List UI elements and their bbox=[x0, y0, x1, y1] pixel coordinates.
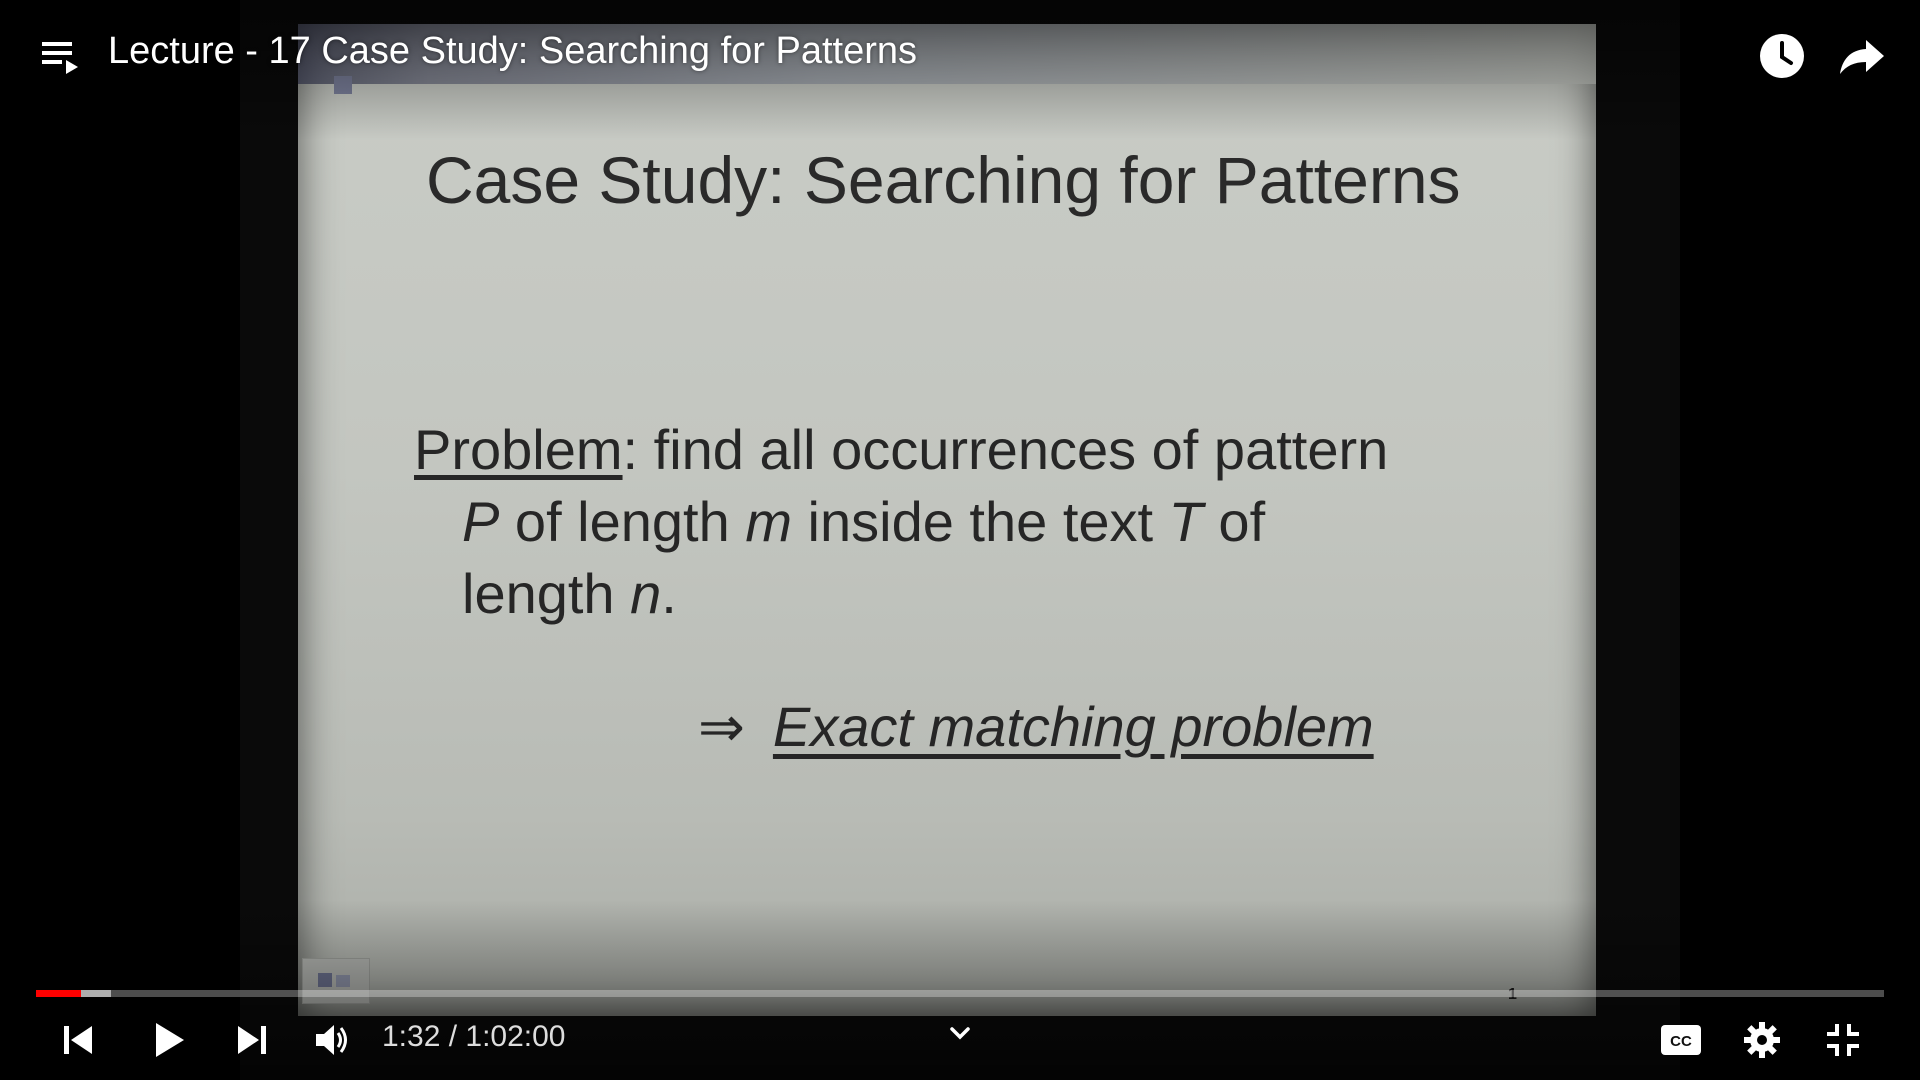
var-p: P bbox=[462, 490, 500, 553]
slide-line-2: P of length m inside the text T of bbox=[414, 486, 1388, 558]
video-player[interactable]: Case Study: Searching for Patterns Probl… bbox=[0, 0, 1920, 1080]
play-icon bbox=[156, 1023, 184, 1057]
slide-line-1: Problem: find all occurrences of pattern bbox=[414, 414, 1388, 486]
conclusion-text: Exact matching problem bbox=[772, 695, 1374, 758]
line2-mid: of length bbox=[499, 490, 746, 553]
exit-fullscreen-icon bbox=[1827, 1024, 1859, 1056]
var-t: T bbox=[1168, 490, 1203, 553]
line2-end: of bbox=[1202, 490, 1266, 553]
time-display: 1:32 / 1:02:00 bbox=[382, 1020, 566, 1053]
implies-arrow: ⇒ bbox=[698, 695, 745, 758]
share-icon[interactable] bbox=[1838, 32, 1886, 80]
captions-button[interactable]: CC bbox=[1653, 1012, 1709, 1068]
progress-played bbox=[36, 990, 81, 997]
slide-title: Case Study: Searching for Patterns bbox=[426, 143, 1461, 217]
cc-icon: CC bbox=[1661, 1025, 1701, 1055]
line1-rest: : find all occurrences of pattern bbox=[622, 418, 1389, 481]
skip-next-icon bbox=[238, 1026, 266, 1054]
line3-end: . bbox=[661, 562, 677, 625]
volume-icon bbox=[316, 1025, 347, 1055]
play-button[interactable] bbox=[140, 1012, 196, 1068]
problem-label: Problem bbox=[414, 418, 623, 481]
line2-mid2: inside the text bbox=[791, 490, 1169, 553]
previous-button[interactable] bbox=[50, 1012, 106, 1068]
video-title[interactable]: Lecture - 17 Case Study: Searching for P… bbox=[108, 30, 917, 73]
chevron-down-icon[interactable] bbox=[946, 1020, 974, 1048]
skip-previous-icon bbox=[64, 1026, 92, 1054]
top-bar: Lecture - 17 Case Study: Searching for P… bbox=[0, 0, 1920, 110]
exit-fullscreen-button[interactable] bbox=[1815, 1012, 1871, 1068]
playlist-icon[interactable] bbox=[40, 38, 84, 78]
slide-line-3: length n. bbox=[414, 558, 1388, 630]
line3-start: length bbox=[462, 562, 631, 625]
svg-text:CC: CC bbox=[1670, 1033, 1692, 1050]
slide-problem-text: Problem: find all occurrences of pattern… bbox=[414, 414, 1388, 630]
volume-button[interactable] bbox=[304, 1012, 360, 1068]
gear-icon bbox=[1744, 1022, 1780, 1058]
var-m: m bbox=[745, 490, 792, 553]
clock-icon[interactable] bbox=[1758, 32, 1806, 80]
slide-conclusion: ⇒ Exact matching problem bbox=[698, 694, 1374, 760]
var-n: n bbox=[630, 562, 662, 625]
settings-button[interactable] bbox=[1734, 1012, 1790, 1068]
lecture-slide: Case Study: Searching for Patterns Probl… bbox=[298, 24, 1596, 1016]
progress-bar[interactable] bbox=[36, 990, 1884, 997]
next-button[interactable] bbox=[224, 1012, 280, 1068]
